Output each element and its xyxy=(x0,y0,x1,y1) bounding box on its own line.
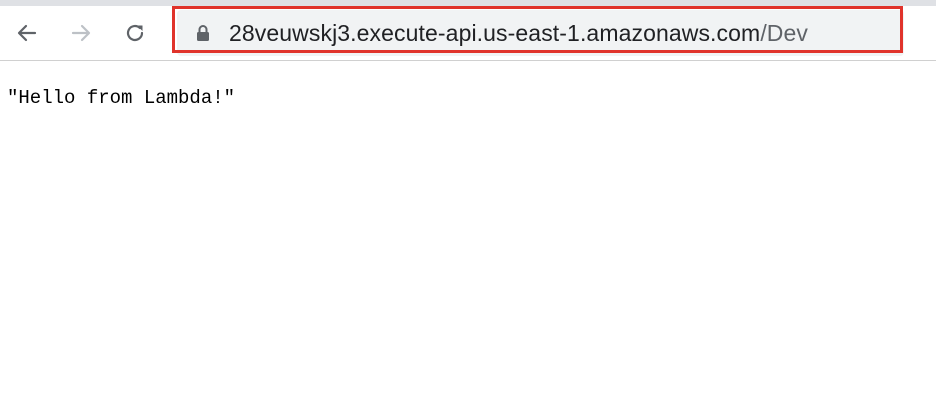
reload-icon xyxy=(126,24,144,42)
url-path: /Dev xyxy=(760,20,809,46)
response-text: "Hello from Lambda!" xyxy=(7,87,236,109)
arrow-left-icon xyxy=(17,24,37,42)
lock-icon xyxy=(197,25,209,41)
reload-button[interactable] xyxy=(117,15,153,51)
browser-toolbar: 28veuwskj3.execute-api.us-east-1.amazona… xyxy=(0,6,936,61)
arrow-right-icon xyxy=(71,24,91,42)
url-text[interactable]: 28veuwskj3.execute-api.us-east-1.amazona… xyxy=(229,19,808,47)
back-button[interactable] xyxy=(9,15,45,51)
forward-button[interactable] xyxy=(63,15,99,51)
address-bar[interactable]: 28veuwskj3.execute-api.us-east-1.amazona… xyxy=(177,10,904,56)
browser-window: 28veuwskj3.execute-api.us-east-1.amazona… xyxy=(0,0,936,408)
url-host: 28veuwskj3.execute-api.us-east-1.amazona… xyxy=(229,20,761,46)
